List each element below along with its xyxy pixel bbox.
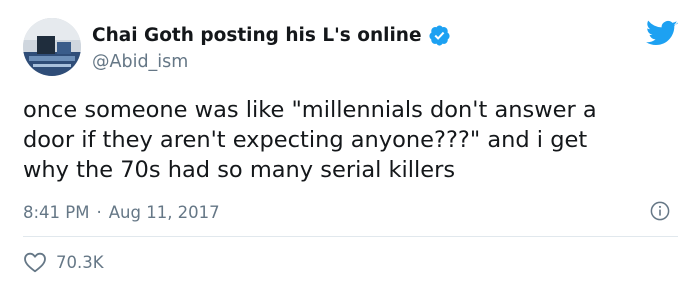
display-name-row: Chai Goth posting his L's online	[92, 24, 451, 46]
timestamp-separator: ·	[96, 202, 102, 222]
heart-icon[interactable]	[23, 251, 47, 273]
tweet-date[interactable]: Aug 11, 2017	[109, 203, 220, 222]
twitter-bird-icon[interactable]	[646, 20, 678, 48]
info-icon[interactable]	[650, 201, 670, 221]
display-name[interactable]: Chai Goth posting his L's online	[92, 25, 422, 46]
tweet-card: Chai Goth posting his L's online @Abid_i…	[0, 0, 700, 288]
like-action[interactable]: 70.3K	[23, 250, 104, 274]
tweet-timestamp[interactable]: 8:41 PM · Aug 11, 2017	[23, 201, 220, 223]
verified-badge-icon	[428, 24, 451, 47]
avatar[interactable]	[23, 18, 81, 76]
author-handle[interactable]: @Abid_ism	[92, 52, 188, 72]
avatar-image	[23, 18, 81, 76]
tweet-text: once someone was like "millennials don't…	[23, 97, 597, 183]
divider	[23, 236, 678, 237]
tweet-time[interactable]: 8:41 PM	[23, 203, 89, 222]
like-count: 70.3K	[56, 252, 104, 272]
